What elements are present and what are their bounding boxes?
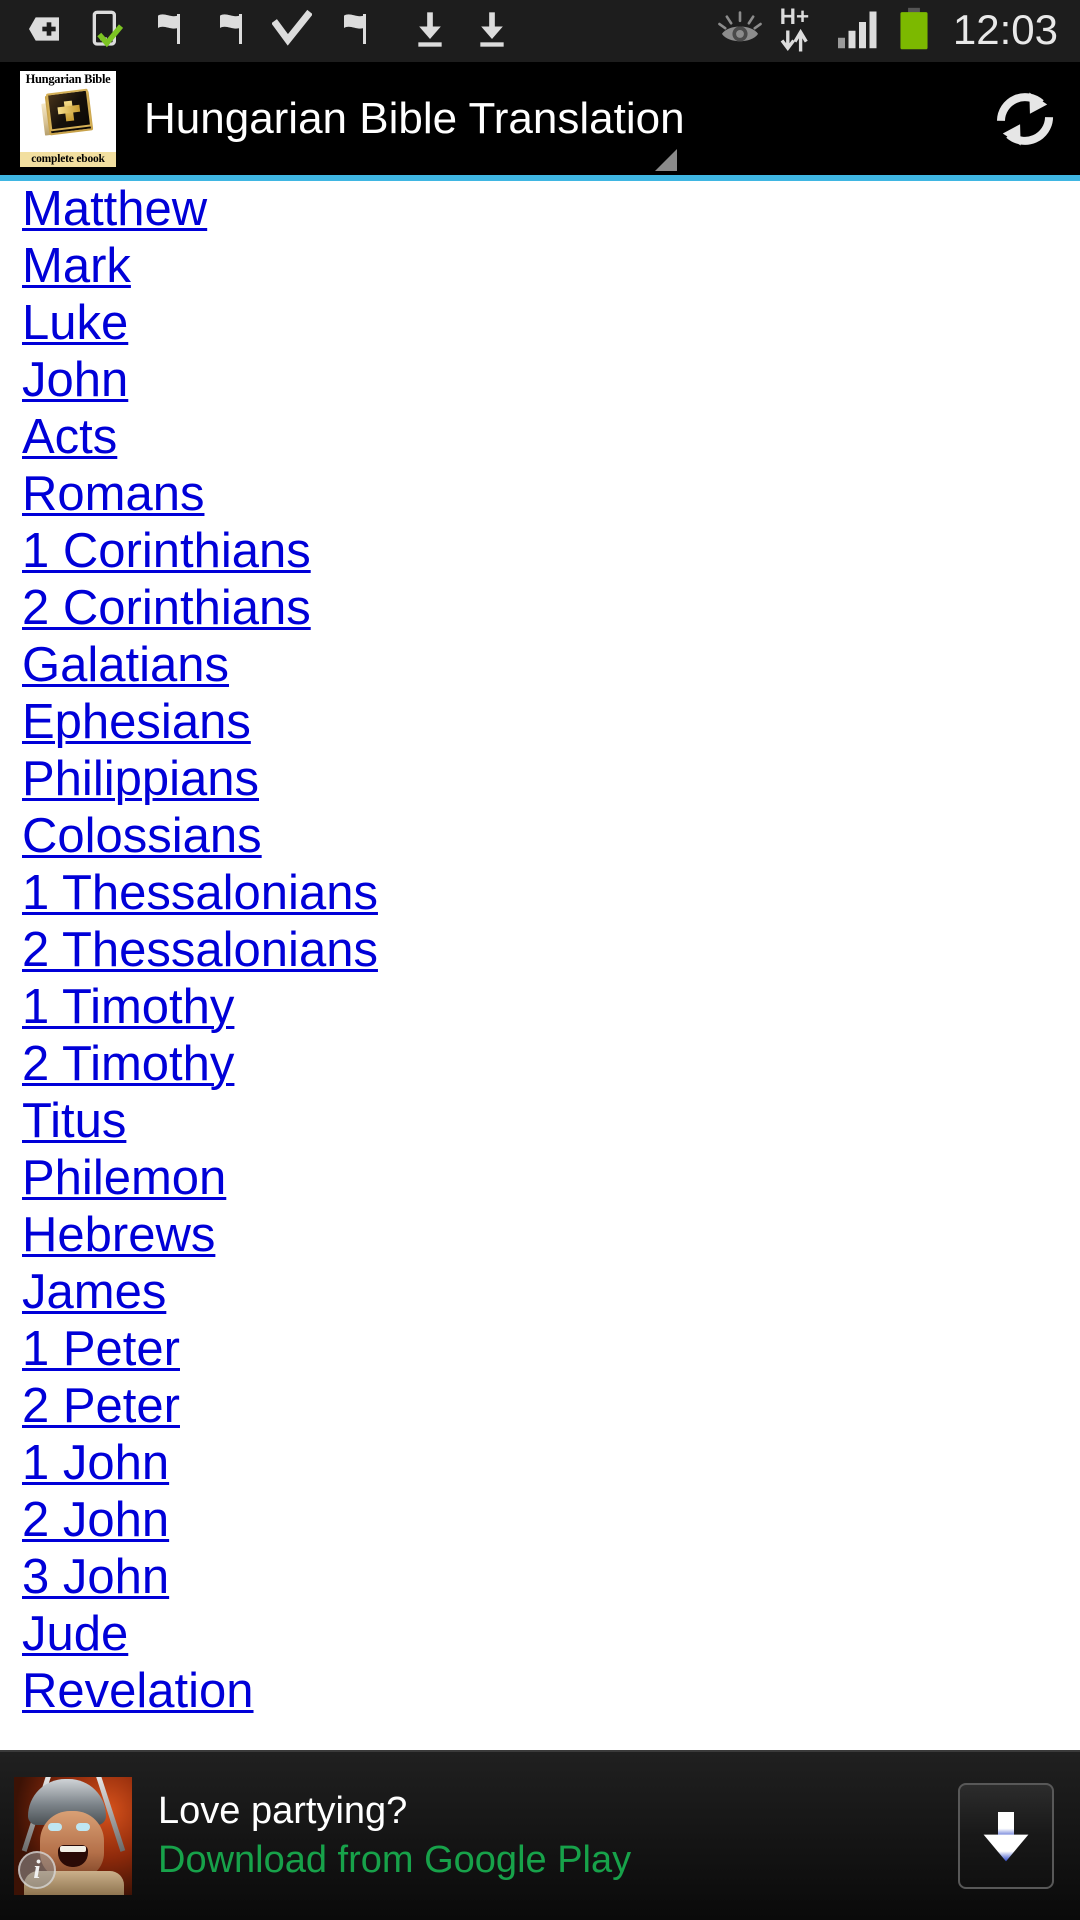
book-link[interactable]: Romans	[22, 466, 204, 523]
smart-stay-eye-icon	[717, 9, 763, 54]
book-link[interactable]: 2 Timothy	[22, 1036, 234, 1093]
refresh-icon	[996, 91, 1054, 146]
hsdpa-data-icon: H+	[777, 4, 821, 58]
status-bar-notification-icons	[0, 9, 717, 54]
refresh-button[interactable]	[970, 62, 1080, 175]
book-link[interactable]: James	[22, 1264, 166, 1321]
page-title: Hungarian Bible Translation	[144, 93, 685, 143]
book-link[interactable]: 1 John	[22, 1435, 169, 1492]
book-link[interactable]: Revelation	[22, 1663, 254, 1720]
ad-info-badge-icon[interactable]: i	[18, 1851, 56, 1889]
book-link[interactable]: Jude	[22, 1606, 128, 1663]
app-bar: Hungarian Bible complete ebook Hungarian…	[0, 62, 1080, 175]
book-link[interactable]: Luke	[22, 295, 128, 352]
book-link[interactable]: 2 Peter	[22, 1378, 180, 1435]
book-list: Matthew Mark Luke John Acts Romans 1 Corinthia…	[0, 181, 1080, 1750]
download-arrow-icon	[983, 1812, 1029, 1862]
book-link[interactable]: 1 Timothy	[22, 979, 234, 1036]
download-icon-1	[410, 9, 450, 54]
book-link[interactable]: Galatians	[22, 637, 229, 694]
book-link[interactable]: Colossians	[22, 808, 262, 865]
book-link[interactable]: Acts	[22, 409, 117, 466]
status-bar-system-icons: H+ 12:03	[717, 4, 1080, 58]
flag-icon-2	[210, 9, 250, 54]
phone-check-icon	[86, 9, 126, 54]
bible-book-graphic	[41, 88, 95, 137]
status-bar-clock: 12:03	[952, 6, 1058, 53]
ad-text-block: Love partying? Download from Google Play	[158, 1787, 958, 1885]
download-icon-2	[472, 9, 512, 54]
book-link[interactable]: Ephesians	[22, 694, 251, 751]
signal-strength-icon	[835, 8, 883, 55]
book-link[interactable]: Hebrews	[22, 1207, 215, 1264]
svg-text:H+: H+	[780, 5, 809, 29]
book-link[interactable]: 3 John	[22, 1549, 169, 1606]
app-logo-title: Hungarian Bible	[25, 71, 111, 86]
book-link[interactable]: Philemon	[22, 1150, 226, 1207]
ad-subtext: Download from Google Play	[158, 1839, 632, 1881]
book-link[interactable]: 1 Thessalonians	[22, 865, 378, 922]
ad-banner[interactable]: i Love partying? Download from Google Pl…	[0, 1750, 1080, 1920]
flag-icon-1	[148, 9, 188, 54]
book-link[interactable]: Titus	[22, 1093, 126, 1150]
battery-icon	[897, 7, 931, 56]
book-link[interactable]: Matthew	[22, 181, 207, 238]
checkmark-icon	[271, 9, 313, 54]
ad-download-button[interactable]	[958, 1783, 1054, 1889]
app-logo-subtitle: complete ebook	[20, 151, 116, 167]
book-link[interactable]: 1 Corinthians	[22, 523, 311, 580]
sd-card-plus-icon	[24, 9, 64, 54]
book-link[interactable]: 2 Corinthians	[22, 580, 311, 637]
book-link[interactable]: 2 John	[22, 1492, 169, 1549]
ad-thumbnail-image[interactable]: i	[14, 1777, 132, 1895]
app-logo-icon: Hungarian Bible complete ebook	[20, 70, 116, 167]
book-link[interactable]: 2 Thessalonians	[22, 922, 378, 979]
spinner-dropdown-marker-icon[interactable]	[655, 149, 677, 171]
ad-headline: Love partying?	[158, 1790, 408, 1832]
book-link[interactable]: John	[22, 352, 128, 409]
phone-screen: H+ 12:03 Hungarian Bible complete ebook …	[0, 0, 1080, 1920]
book-link[interactable]: 1 Peter	[22, 1321, 180, 1378]
book-link[interactable]: Mark	[22, 238, 131, 295]
status-bar: H+ 12:03	[0, 0, 1080, 62]
flag-icon-3	[334, 9, 374, 54]
book-link[interactable]: Philippians	[22, 751, 259, 808]
